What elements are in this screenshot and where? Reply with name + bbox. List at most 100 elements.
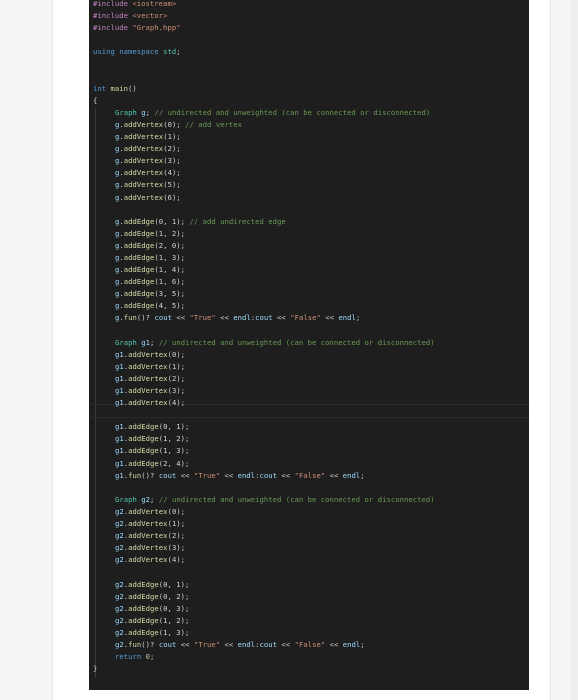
call-args: (1); — [167, 519, 186, 529]
call-args: (0, 1); — [154, 216, 186, 226]
object-name: g1 — [115, 434, 124, 444]
semicolon: ; — [360, 470, 365, 480]
object-name: g1 — [115, 386, 124, 395]
endl: endl — [237, 639, 256, 649]
method-name: fun — [128, 639, 142, 649]
variable-name: g1 — [141, 337, 151, 347]
cout: cout — [259, 639, 278, 649]
string-true: "True" — [193, 470, 221, 480]
return-type: int — [93, 83, 107, 93]
semicolon: ; — [176, 47, 181, 57]
object-name: g2 — [115, 579, 124, 589]
add-vertex-line: g.addVertex(4); — [115, 168, 181, 178]
cout: cout — [259, 470, 278, 480]
close-brace: } — [93, 664, 98, 674]
keyword: namespace — [119, 47, 159, 57]
call-args: (2); — [167, 373, 186, 383]
call-args: (1, 2); — [158, 615, 190, 625]
object-name: g2 — [115, 531, 124, 541]
method-name: addVertex — [128, 531, 168, 541]
add-edge-line: g1.addEdge(0, 1); — [115, 422, 190, 432]
call-args: (1); — [167, 361, 186, 371]
call-args: (4); — [163, 168, 181, 178]
method-name: addVertex — [128, 361, 168, 371]
method-name: addEdge — [123, 301, 155, 311]
method-name: addVertex — [123, 144, 164, 154]
method-name: addVertex — [128, 386, 168, 395]
scrollbar-track[interactable] — [570, 0, 578, 700]
add-edge-line: g2.addEdge(1, 3); — [115, 627, 190, 637]
object-name: g2 — [115, 603, 124, 613]
graph-declaration: Graph g; // undirected and unweighted (c… — [93, 107, 435, 119]
add-edge-line: g1.addEdge(2, 4); — [115, 458, 190, 468]
cout: cout — [158, 639, 177, 649]
method-name: addVertex — [128, 555, 168, 565]
code-screenshot: #include <iostream> #include <vector> #inc… — [89, 0, 529, 690]
variable-name: g2 — [141, 494, 151, 504]
method-name: addVertex — [123, 168, 164, 178]
method-name: addVertex — [128, 398, 168, 408]
add-edge-line: g.addEdge(4, 5); — [115, 301, 186, 311]
method-name: addVertex — [128, 543, 168, 553]
add-vertex-line: g.addVertex(5); — [115, 180, 181, 190]
call-args: (3); — [163, 156, 181, 166]
object-name: g1 — [115, 398, 124, 408]
object-name: g2 — [115, 555, 124, 565]
method-name: addVertex — [123, 180, 164, 190]
call-args: (1, 3); — [154, 252, 186, 262]
object-name: g2 — [115, 639, 124, 649]
object-name: g1 — [115, 373, 124, 383]
add-vertex-line: g.addVertex(6); — [115, 192, 181, 202]
add-vertex-line: g1.addVertex(4); — [115, 398, 186, 408]
method-name: addEdge — [128, 434, 159, 444]
call-args: (1, 3); — [158, 627, 190, 637]
add-edge-line: g.addEdge(1, 2); — [115, 228, 186, 238]
operator: << — [277, 470, 295, 480]
fun-output-line: g.fun()? cout << "True" << endl:cout << … — [115, 313, 361, 323]
open-brace-line: { — [93, 95, 435, 107]
add-edge-line: g2.addEdge(0, 3); — [115, 603, 190, 613]
add-edge-line: g2.addEdge(0, 1); — [115, 579, 190, 589]
call-args: (4); — [167, 555, 186, 565]
call-args: (1, 2); — [154, 228, 186, 238]
operator: << — [320, 313, 339, 323]
endl: endl — [233, 313, 251, 323]
semicolon: ; — [355, 313, 361, 323]
object-name: g2 — [115, 591, 124, 601]
object-name: g1 — [115, 470, 124, 480]
object-name: g1 — [115, 361, 124, 371]
code-comment: // undirected and unweighted (can be con… — [158, 337, 435, 347]
add-edge-line: g1.addEdge(1, 2); — [115, 434, 190, 444]
call-args: (3); — [167, 386, 186, 395]
operator: << — [325, 470, 343, 480]
endl: endl — [237, 470, 256, 480]
operator: << — [176, 470, 194, 480]
add-vertex-line: g1.addVertex(0); — [115, 349, 186, 359]
string-false: "False" — [294, 470, 326, 480]
add-edge-line: g2.addEdge(1, 2); — [115, 615, 190, 625]
type-name: Graph — [115, 337, 137, 347]
operator: << — [215, 313, 234, 323]
call-args: (6); — [163, 192, 181, 202]
main-signature: int main() — [93, 83, 435, 95]
method-name: addVertex — [128, 519, 168, 529]
add-vertex-line: g1.addVertex(1); — [115, 361, 186, 371]
ternary: ()? — [136, 313, 155, 323]
operator: << — [220, 470, 238, 480]
add-edge-line: g.addEdge(3, 5); — [115, 289, 186, 299]
object-name: g2 — [115, 519, 124, 529]
include-target: <iostream> — [132, 0, 177, 8]
add-edge-line: g1.addEdge(1, 3); — [115, 446, 190, 456]
using-line: using namespace std; — [93, 46, 435, 58]
call-args: (0, 3); — [158, 603, 190, 613]
call-args: (4, 5); — [154, 301, 186, 311]
add-edge-line: g.addEdge(1, 4); — [115, 265, 186, 275]
fun-output-line: g2.fun()? cout << "True" << endl:cout <<… — [115, 639, 365, 649]
object-name: g1 — [115, 349, 124, 359]
function-name: main — [110, 83, 129, 93]
method-name: addEdge — [123, 228, 155, 238]
string-false: "False" — [294, 639, 326, 649]
